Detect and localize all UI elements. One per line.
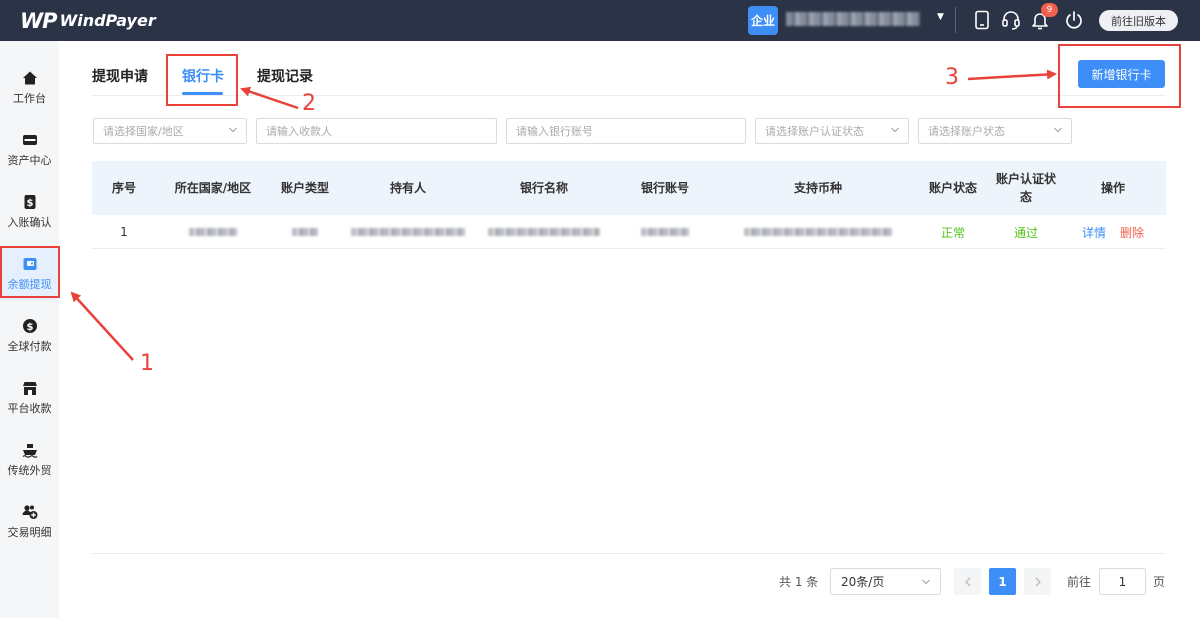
annotation-box-tab <box>166 54 238 106</box>
cell-account-type-redacted <box>270 215 340 249</box>
account-type-badge[interactable]: 企业 <box>748 6 778 35</box>
tablet-icon[interactable] <box>972 10 992 30</box>
brand-logo[interactable]: WP WindPayer <box>20 8 156 33</box>
column-header-account-number: 银行账号 <box>640 181 689 195</box>
table-row: 1 正常 通过 详情 删除 <box>92 215 1166 249</box>
dollar-circle-icon: $ <box>22 319 37 333</box>
cell-actions: 详情 删除 <box>1062 215 1164 249</box>
cell-verify-status: 通过 <box>1013 225 1038 240</box>
sidebar-item-platform-collection[interactable]: 平台收款 <box>0 372 59 424</box>
sidebar-item-assets[interactable]: 资产中心 <box>0 124 59 176</box>
country-select[interactable]: 请选择国家/地区 <box>93 118 247 144</box>
verify-status-select[interactable]: 请选择账户认证状态 <box>755 118 909 144</box>
sidebar-item-label: 入账确认 <box>7 216 52 229</box>
cell-currencies-redacted <box>718 215 918 249</box>
cell-bank-name-redacted <box>476 215 612 249</box>
payee-placeholder: 请输入收款人 <box>266 125 332 138</box>
column-header-actions: 操作 <box>1100 181 1125 195</box>
table-header: 序号 所在国家/地区 账户类型 持有人 银行名称 银行账号 支持币种 账户状态 … <box>92 161 1166 215</box>
users-plus-icon <box>22 505 37 519</box>
cell-index: 1 <box>120 225 128 239</box>
page-size-value: 20条/页 <box>841 575 885 589</box>
cell-holder-redacted <box>340 215 476 249</box>
goto-label: 前往 <box>1067 575 1092 589</box>
annotation-number-2: 2 <box>302 91 316 116</box>
caret-down-icon[interactable]: ▼ <box>937 12 944 22</box>
sidebar-item-global-payment[interactable]: $ 全球付款 <box>0 310 59 362</box>
annotation-box-sidebar <box>0 246 60 298</box>
goto-page-input[interactable]: 1 <box>1099 568 1146 595</box>
sidebar-item-label: 平台收款 <box>7 402 52 415</box>
ship-icon <box>22 444 37 458</box>
account-number-input[interactable]: 请输入银行账号 <box>506 118 746 144</box>
column-header-account-status: 账户状态 <box>928 181 977 195</box>
svg-text:$: $ <box>26 198 33 209</box>
pagination-total: 共 1 条 <box>779 575 819 589</box>
sidebar-item-transaction-details[interactable]: 交易明细 <box>0 496 59 548</box>
cell-country-redacted <box>156 215 270 249</box>
sidebar-item-label: 传统外贸 <box>7 464 52 477</box>
svg-text:$: $ <box>26 322 33 333</box>
account-name-redacted[interactable] <box>786 12 920 26</box>
annotation-arrow-3 <box>967 69 1057 81</box>
headset-icon[interactable] <box>1001 10 1021 30</box>
cell-account-status: 正常 <box>940 225 965 240</box>
chevron-down-icon <box>922 579 930 585</box>
wallet-card-icon <box>22 135 37 145</box>
sidebar-item-label: 工作台 <box>13 92 46 105</box>
sidebar-item-label: 全球付款 <box>7 340 52 353</box>
chevron-down-icon <box>891 127 899 133</box>
chevron-down-icon <box>1054 127 1062 133</box>
sidebar-item-receipt-confirm[interactable]: $ 入账确认 <box>0 186 59 238</box>
account-status-placeholder: 请选择账户状态 <box>928 125 1005 138</box>
dollar-doc-icon: $ <box>24 195 35 209</box>
sidebar-item-traditional-trade[interactable]: 传统外贸 <box>0 434 59 486</box>
sidebar-item-label: 交易明细 <box>7 526 52 539</box>
tab-withdraw-request[interactable]: 提现申请 <box>92 66 148 86</box>
tab-withdraw-records[interactable]: 提现记录 <box>257 66 313 86</box>
payee-input[interactable]: 请输入收款人 <box>256 118 497 144</box>
detail-link[interactable]: 详情 <box>1082 224 1106 241</box>
verify-status-placeholder: 请选择账户认证状态 <box>765 125 864 138</box>
top-bar: WP WindPayer 企业 ▼ 9 前往旧版本 <box>0 0 1200 41</box>
sidebar-item-workbench[interactable]: 工作台 <box>0 62 59 114</box>
account-number-placeholder: 请输入银行账号 <box>516 125 593 138</box>
page-number-current[interactable]: 1 <box>989 568 1016 595</box>
chevron-right-icon <box>1035 577 1041 586</box>
annotation-arrow-1 <box>70 291 134 361</box>
column-header-holder: 持有人 <box>389 181 426 195</box>
cell-account-number-redacted <box>612 215 718 249</box>
next-page-button[interactable] <box>1024 568 1051 595</box>
page-size-select[interactable]: 20条/页 <box>830 568 941 595</box>
delete-link[interactable]: 删除 <box>1120 224 1144 241</box>
page-suffix-label: 页 <box>1153 575 1166 589</box>
column-header-currencies: 支持币种 <box>793 181 842 195</box>
chevron-down-icon <box>229 127 237 133</box>
chevron-left-icon <box>964 577 970 586</box>
logo-mark: WP <box>20 8 58 33</box>
notification-count-badge: 9 <box>1041 3 1058 17</box>
annotation-number-3: 3 <box>945 65 959 90</box>
account-status-select[interactable]: 请选择账户状态 <box>918 118 1072 144</box>
sidebar-item-label: 资产中心 <box>7 154 52 167</box>
footer-divider <box>92 553 1166 554</box>
header-divider <box>955 7 956 33</box>
column-header-account-type: 账户类型 <box>280 181 329 195</box>
column-header-bank-name: 银行名称 <box>519 181 568 195</box>
column-header-verify-status: 账户认证状态 <box>995 172 1056 204</box>
home-icon <box>22 71 37 85</box>
annotation-arrow-2 <box>240 86 299 110</box>
old-version-button[interactable]: 前往旧版本 <box>1099 10 1178 31</box>
store-icon <box>22 382 37 395</box>
logo-text: WindPayer <box>59 11 156 30</box>
column-header-country: 所在国家/地区 <box>174 181 252 195</box>
annotation-box-add-button <box>1058 44 1181 108</box>
annotation-number-1: 1 <box>140 351 154 376</box>
column-header-index: 序号 <box>111 181 136 195</box>
prev-page-button[interactable] <box>954 568 981 595</box>
country-placeholder: 请选择国家/地区 <box>103 125 184 138</box>
tab-divider <box>92 95 1166 96</box>
sidebar: 工作台 资产中心 $ 入账确认 余额提现 $ 全球付款 平台收款 传统外贸 交易… <box>0 41 59 618</box>
power-icon[interactable] <box>1064 10 1084 30</box>
